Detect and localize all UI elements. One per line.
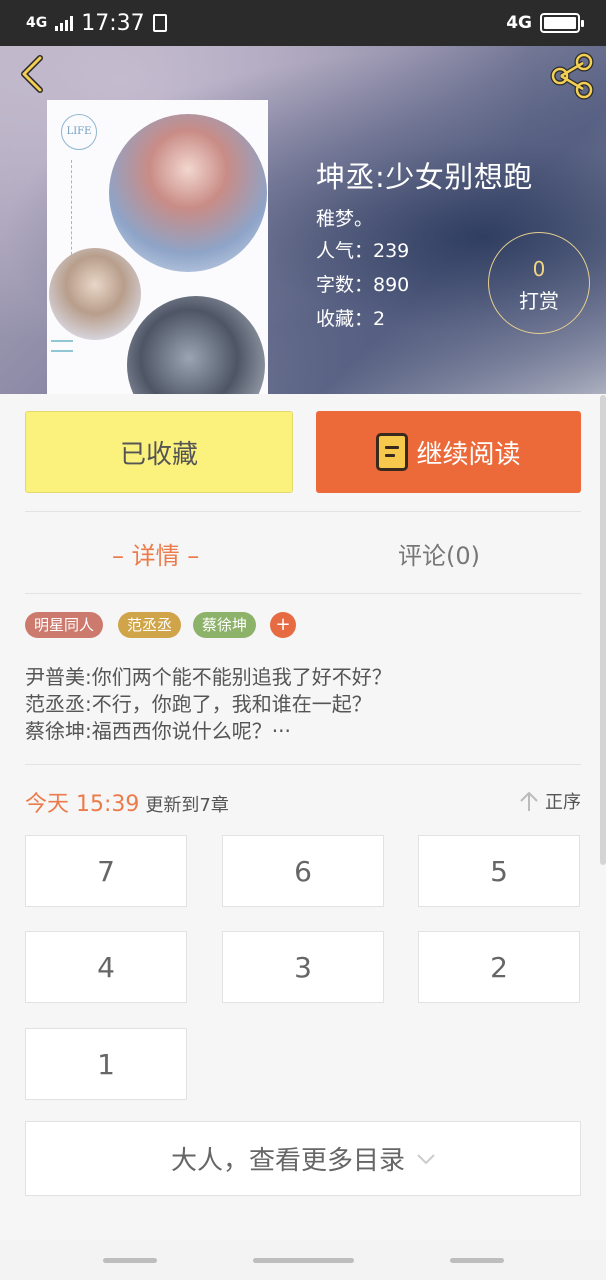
signal-group: 4G: [26, 16, 47, 30]
book-cover[interactable]: LIFE: [47, 100, 268, 394]
tag-chip[interactable]: 蔡徐坤: [193, 612, 257, 638]
divider: [25, 511, 581, 512]
continue-reading-button[interactable]: 继续阅读: [316, 411, 581, 493]
sort-toggle[interactable]: 正序: [519, 788, 581, 814]
scrollbar[interactable]: [600, 395, 606, 865]
reward-count: 0: [532, 257, 546, 281]
cover-portrait-3: [127, 296, 265, 394]
update-info: 今天 15:39 更新到7章: [25, 786, 229, 818]
back-arrow-icon[interactable]: [14, 54, 54, 94]
share-icon[interactable]: [548, 52, 596, 100]
signal-strength-icon: [55, 15, 74, 31]
word-count-stat: 字数：890: [316, 274, 410, 296]
nav-menu-button[interactable]: [103, 1258, 157, 1263]
tab-detail[interactable]: – 详情 –: [112, 536, 199, 571]
update-time: 今天 15:39: [25, 792, 140, 817]
cover-zigzag: [51, 340, 73, 352]
system-nav-bar: [0, 1240, 606, 1280]
cover-badge: LIFE: [61, 114, 97, 150]
book-icon: [376, 433, 409, 471]
chapter-button[interactable]: 6: [222, 835, 384, 907]
arrow-up-icon: [520, 791, 538, 811]
chapter-button[interactable]: 1: [25, 1028, 187, 1100]
book-title: 坤丞:少女别想跑: [316, 160, 533, 194]
chapter-button[interactable]: 3: [222, 931, 384, 1003]
chapter-button[interactable]: 7: [25, 835, 187, 907]
status-right: 4G: [506, 13, 584, 33]
divider: [25, 764, 581, 765]
cover-portrait-1: [109, 114, 267, 272]
description-line: 范丞丞:不行，你跑了，我和谁在一起？: [25, 692, 372, 716]
reward-button[interactable]: 0 打赏: [488, 232, 590, 334]
tab-comments[interactable]: 评论(0): [398, 536, 480, 571]
battery-icon: [540, 13, 584, 33]
status-left: 4G 17:37: [26, 11, 167, 36]
reward-label: 打赏: [519, 289, 559, 313]
chapter-button[interactable]: 5: [418, 835, 580, 907]
clipboard-icon: [152, 14, 167, 32]
book-description[interactable]: 尹普美:你们两个能不能别追我了好不好？ 范丞丞:不行，你跑了，我和谁在一起？ 蔡…: [25, 664, 581, 745]
status-bar: 4G 17:37 4G: [0, 0, 606, 46]
description-line: 尹普美:你们两个能不能别追我了好不好？: [25, 665, 392, 689]
tag-chip[interactable]: 范丞丞: [118, 612, 182, 638]
network-type-left: 4G: [26, 15, 48, 31]
favorites-stat: 收藏：2: [316, 308, 386, 330]
nav-home-button[interactable]: [253, 1258, 354, 1263]
nav-back-button[interactable]: [450, 1258, 504, 1263]
more-catalog-button[interactable]: 大人，查看更多目录: [25, 1121, 581, 1196]
update-chapter: 更新到7章: [145, 795, 229, 816]
cover-portrait-2: [49, 248, 141, 340]
chevron-down-icon: [417, 1153, 435, 1164]
chapter-button[interactable]: 2: [418, 931, 580, 1003]
add-tag-button[interactable]: +: [270, 612, 296, 638]
continue-reading-label: 继续阅读: [416, 439, 521, 470]
book-header: LIFE 坤丞:少女别想跑 稚梦。 人气：239 字数：890 收藏：2 0 打…: [0, 46, 606, 394]
sort-label: 正序: [545, 792, 581, 813]
description-line: 蔡徐坤:福西西你说什么呢？···: [25, 719, 291, 743]
tag-chip[interactable]: 明星同人: [25, 612, 104, 638]
divider: [25, 593, 581, 594]
chapter-button[interactable]: 4: [25, 931, 187, 1003]
popularity-stat: 人气：239: [316, 240, 410, 262]
clock: 17:37: [81, 10, 145, 36]
more-catalog-label: 大人，查看更多目录: [170, 1146, 405, 1176]
network-type-right: 4G: [506, 13, 532, 33]
favorite-button[interactable]: 已收藏: [25, 411, 293, 493]
book-author[interactable]: 稚梦。: [316, 204, 373, 231]
